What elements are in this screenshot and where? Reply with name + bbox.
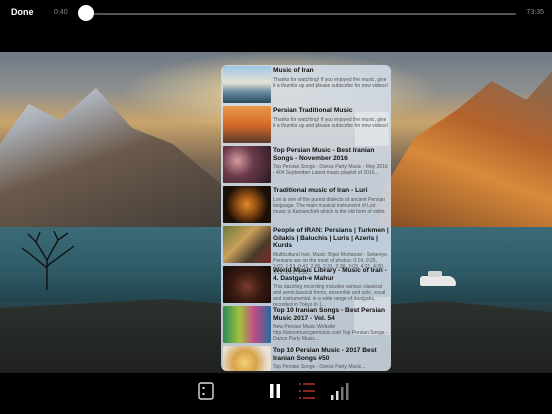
playlist-panel: Music of Iran Thanks for watching! If yo… [221, 65, 391, 371]
pause-icon[interactable] [269, 383, 281, 399]
item-title: Top 10 Iranian Songs - Best Persian Musi… [273, 307, 385, 322]
playlist-item[interactable]: World Music Library - Music of Iran - 4.… [221, 265, 391, 308]
volume-bars-icon[interactable] [330, 381, 354, 401]
scrubber-thumb[interactable] [78, 5, 95, 21]
item-description: Thanks for watching! If you enjoyed the … [273, 76, 389, 89]
video-thumbnail [223, 146, 271, 183]
item-title: Top Persian Music - Best Iranian Songs -… [273, 147, 375, 162]
done-button[interactable]: Done [11, 7, 34, 17]
item-title: Traditional music of Iran - Luri [273, 187, 368, 194]
playlist-item[interactable]: Top Persian Music - Best Iranian Songs -… [221, 145, 391, 185]
item-description: New Persian Music Website http://tarnomu… [273, 324, 388, 343]
elapsed-time: 0:40 [54, 9, 68, 16]
video-thumbnail [223, 306, 271, 343]
playlist-item[interactable]: Music of Iran Thanks for watching! If yo… [221, 65, 391, 105]
boat [420, 271, 456, 286]
playlist-item[interactable]: People of IRAN: Persians | Turkmen | Gil… [221, 225, 391, 276]
item-title: World Music Library - Music of Iran - 4.… [273, 267, 387, 282]
item-title: Music of Iran [273, 67, 314, 74]
video-thumbnail [223, 186, 271, 223]
queue-icon[interactable] [298, 381, 316, 401]
item-description: Lori is one of the purest dialects of an… [273, 196, 386, 215]
playlist-item[interactable]: Traditional music of Iran - Luri Lori is… [221, 185, 391, 225]
video-thumbnail [223, 106, 271, 143]
progress-track[interactable] [84, 13, 516, 15]
video-thumbnail [223, 346, 271, 371]
item-description: Top Persian Songs - Dance Party Music... [273, 364, 366, 371]
duration-time: 73:35 [526, 9, 544, 16]
video-thumbnail [223, 66, 271, 103]
playlist-item[interactable]: Top 10 Iranian Songs - Best Persian Musi… [221, 305, 391, 345]
top-bar: Done 0:40 73:35 [0, 0, 552, 28]
video-thumbnail [223, 226, 271, 263]
item-title: Persian Traditional Music [273, 107, 353, 114]
item-title: People of IRAN: Persians | Turkmen | Gil… [273, 227, 389, 250]
tree-silhouette [21, 230, 75, 290]
item-description: Top Persian Songs - Dance Party Music - … [273, 164, 388, 177]
playlist-item[interactable]: Persian Traditional Music Thanks for wat… [221, 105, 391, 145]
list-icon[interactable] [198, 382, 214, 400]
bottom-control-bar [0, 373, 552, 414]
playlist-item[interactable]: Top 10 Persian Music - 2017 Best Iranian… [221, 345, 391, 371]
video-thumbnail [223, 266, 271, 303]
item-description: Thanks for watching! If you enjoyed the … [273, 116, 389, 129]
item-title: Top 10 Persian Music - 2017 Best Iranian… [273, 347, 377, 362]
